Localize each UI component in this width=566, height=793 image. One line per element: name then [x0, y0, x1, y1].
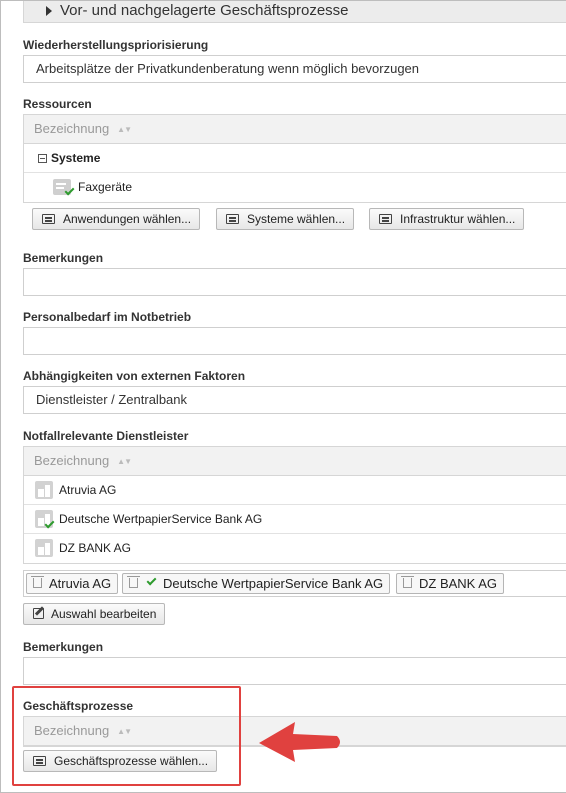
choose-infrastructure-button[interactable]: Infrastruktur wählen... [369, 208, 525, 230]
group-label: Systeme [51, 151, 101, 165]
choose-systems-button[interactable]: Systeme wählen... [216, 208, 355, 230]
remarks-label: Bemerkungen [23, 251, 104, 265]
table-row[interactable]: Deutsche WertpapierService Bank AG [24, 505, 566, 534]
resources-label: Ressourcen [23, 97, 92, 111]
button-label: Auswahl bearbeiten [51, 607, 157, 621]
provider-tag[interactable]: Atruvia AG [26, 573, 119, 594]
dependencies-field[interactable]: Dienstleister / Zentralbank [23, 386, 566, 414]
red-arrow-icon [259, 722, 340, 762]
personnel-label: Personalbedarf im Notbetrieb [23, 310, 192, 324]
remarks-field[interactable] [23, 268, 566, 296]
recovery-field[interactable]: Arbeitsplätze der Privatkundenberatung w… [23, 55, 566, 83]
trash-icon[interactable] [401, 576, 414, 588]
form-panel: Vor- und nachgelagerte Geschäftsprozesse… [0, 0, 566, 793]
row-label: Atruvia AG [59, 483, 117, 497]
section-title: Vor- und nachgelagerte Geschäftsprozesse [60, 2, 349, 19]
collapse-icon[interactable] [38, 154, 47, 163]
list-icon [379, 214, 392, 224]
tag-label: DZ BANK AG [419, 576, 498, 591]
recovery-label: Wiederherstellungspriorisierung [23, 38, 209, 52]
tag-label: Deutsche WertpapierService Bank AG [163, 576, 384, 591]
group-row[interactable]: Systeme [24, 144, 566, 173]
remarks-field[interactable] [23, 657, 566, 685]
personnel-field[interactable] [23, 327, 566, 355]
row-label: DZ BANK AG [59, 541, 132, 555]
edit-selection-button[interactable]: Auswahl bearbeiten [23, 603, 166, 625]
red-arrow-shape [259, 722, 340, 762]
trash-icon[interactable] [31, 576, 44, 588]
organization-icon [35, 539, 53, 557]
list-icon [226, 214, 239, 224]
column-header-label: Bezeichnung [34, 453, 110, 468]
provider-tag[interactable]: DZ BANK AG [396, 573, 505, 594]
resources-table: Bezeichnung ▲▼ Systeme Faxgeräte [23, 114, 566, 203]
row-label: Deutsche WertpapierService Bank AG [59, 512, 263, 526]
button-label: Systeme wählen... [247, 212, 346, 226]
row-label: Faxgeräte [78, 180, 133, 194]
trash-icon[interactable] [127, 576, 140, 588]
column-header[interactable]: Bezeichnung ▲▼ [24, 447, 566, 476]
list-icon [42, 214, 55, 224]
table-row[interactable]: Faxgeräte [24, 173, 566, 202]
table-row[interactable]: DZ BANK AG [24, 534, 566, 563]
collapsible-section-header[interactable]: Vor- und nachgelagerte Geschäftsprozesse [23, 1, 566, 23]
edit-icon [33, 608, 44, 619]
providers-table: Bezeichnung ▲▼ Atruvia AG Deutsche Wertpa… [23, 446, 566, 564]
sort-icon[interactable]: ▲▼ [117, 448, 132, 476]
tag-label: Atruvia AG [49, 576, 112, 591]
button-label: Infrastruktur wählen... [400, 212, 516, 226]
sort-icon[interactable]: ▲▼ [117, 116, 132, 144]
column-header-label: Bezeichnung [34, 121, 110, 136]
expand-triangle-icon[interactable] [46, 6, 52, 16]
organization-icon [35, 481, 53, 499]
remarks-label: Bemerkungen [23, 640, 104, 654]
choose-applications-button[interactable]: Anwendungen wählen... [32, 208, 201, 230]
highlight-box [12, 686, 241, 786]
button-label: Anwendungen wählen... [63, 212, 192, 226]
selected-providers-box: Atruvia AG Deutsche WertpapierService Ba… [23, 570, 566, 597]
providers-label: Notfallrelevante Dienstleister [23, 429, 189, 443]
table-row[interactable]: Atruvia AG [24, 476, 566, 505]
dependencies-label: Abhängigkeiten von externen Faktoren [23, 369, 246, 383]
check-icon [146, 575, 157, 586]
column-header[interactable]: Bezeichnung ▲▼ [24, 115, 566, 144]
provider-tag[interactable]: Deutsche WertpapierService Bank AG [122, 573, 391, 594]
